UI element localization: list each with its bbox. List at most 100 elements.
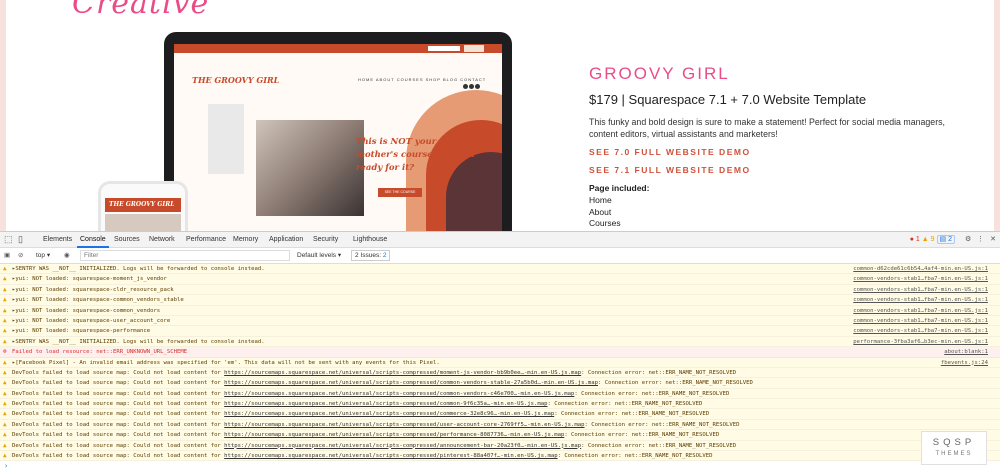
mock-cta-button: SEE THE COURSE [378,188,422,197]
console-message-tail: : Connection error: net::ERR_NAME_NOT_RE… [598,380,753,387]
console-message[interactable]: ▲ DevTools failed to load source map: Cou… [0,409,1000,420]
console-message[interactable]: ▲ DevTools failed to load source map: Cou… [0,378,1000,389]
demo-70-link[interactable]: SEE 7.0 FULL WEBSITE DEMO [589,147,751,157]
pages-included-heading: Page included: [589,183,650,193]
issues-count-badge[interactable]: ▤ 2 [936,235,955,244]
console-message[interactable]: ▲ ▸yui: NOT loaded: squarespace-common_ve… [0,295,1000,306]
warning-icon: ▲ [3,316,7,324]
warning-icon: ▲ [3,452,7,460]
tab-network[interactable]: Network [146,232,178,248]
console-message[interactable]: ▲ ▸yui: NOT loaded: squarespace-user_acco… [0,315,1000,327]
message-source-link[interactable]: fbevents.js:24 [940,357,988,367]
sourcemap-url-link[interactable]: https://sourcemaps.squarespace.net/unive… [224,370,581,376]
console-message-text: DevTools failed to load source map: Coul… [12,380,225,387]
console-message[interactable]: ▲ DevTools failed to load source map: Cou… [0,367,1000,379]
console-message-text: DevTools failed to load source map: Coul… [12,432,225,439]
warning-icon: ▲ [3,379,7,387]
sourcemap-url-link[interactable]: https://sourcemaps.squarespace.net/unive… [224,380,598,386]
console-message[interactable]: ▲ DevTools failed to load source map: Cou… [0,440,1000,452]
console-message[interactable]: ▲ DevTools failed to load source map: Cou… [0,388,1000,400]
console-message[interactable]: ▲ DevTools failed to load source map: Cou… [0,451,1000,462]
warning-icon: ▲ [3,285,7,293]
warning-icon: ▲ [3,275,7,283]
sourcemap-url-link[interactable]: https://sourcemaps.squarespace.net/unive… [224,422,584,428]
console-message-text: DevTools failed to load source map: Coul… [12,369,225,376]
message-source-link[interactable]: common-vendors-stab1…fba7-min.en-US.js:1 [853,274,988,284]
console-message[interactable]: ▲ ▸yui: NOT loaded: squarespace-performan… [0,326,1000,337]
hero-photo [256,120,364,216]
error-icon: ⊗ [3,348,7,356]
tab-application[interactable]: Application [266,232,306,248]
sourcemap-url-link[interactable]: https://sourcemaps.squarespace.net/unive… [224,411,554,417]
message-source-link[interactable]: performance-3fba3af6…b3ec-min.en-US.js:1 [853,336,988,347]
console-log-list: ▲ ▸SENTRY WAS __NOT__ INITIALIZED. Logs w… [0,264,1000,462]
console-filter-input[interactable] [80,250,290,261]
sourcemap-url-link[interactable]: https://sourcemaps.squarespace.net/unive… [224,443,581,449]
message-source-link[interactable]: common-d62cde61c6b54…4af4-min.en-US.js:1 [853,264,988,274]
console-prompt[interactable]: › [0,461,1000,471]
pages-included-list: Home About Courses [589,195,621,230]
tab-memory[interactable]: Memory [230,232,261,248]
close-devtools-icon[interactable]: ✕ [990,236,996,243]
message-source-link[interactable]: about:blank:1 [944,347,988,357]
tab-lighthouse[interactable]: Lighthouse [350,232,390,248]
live-expression-eye-icon[interactable]: ◉ [64,251,70,259]
inspect-element-icon[interactable]: ⬚ [4,235,13,244]
console-message[interactable]: ▲ DevTools failed to load source map: Cou… [0,399,1000,410]
console-message-text: ▸yui: NOT loaded: squarespace-cldr_resou… [12,286,174,293]
console-message[interactable]: ▲ ▸yui: NOT loaded: squarespace-moment_js… [0,274,1000,285]
console-message[interactable]: ▲ DevTools failed to load source map: Cou… [0,430,1000,441]
settings-gear-icon[interactable]: ⚙ [965,236,971,243]
mock-search-bar [428,46,460,51]
page-item: Courses [589,218,621,228]
console-message[interactable]: ▲ ▸yui: NOT loaded: squarespace-common_ve… [0,305,1000,316]
tab-security[interactable]: Security [310,232,341,248]
console-message-tail: : Connection error: net::ERR_NAME_NOT_RE… [581,442,737,449]
warning-count-badge[interactable]: ▲ 9 [922,236,935,243]
warning-icon: ▲ [3,265,7,272]
message-source-link[interactable]: common-vendors-stab1…fba7-min.en-US.js:1 [853,305,988,315]
sourcemap-url-link[interactable]: https://sourcemaps.squarespace.net/unive… [224,432,564,438]
device-toolbar-icon[interactable]: ▯ [18,235,27,244]
console-message[interactable]: ▲ ▸yui: NOT loaded: squarespace-cldr_reso… [0,284,1000,296]
tab-performance[interactable]: Performance [183,232,229,248]
tab-console[interactable]: Console [77,232,109,248]
devtools-status: ● 1 ▲ 9 ▤ 2 ⚙ ⋮ ✕ [910,235,996,244]
console-message[interactable]: ▲ ▸SENTRY WAS __NOT__ INITIALIZED. Logs w… [0,264,1000,275]
product-price: $179 | Squarespace 7.1 + 7.0 Website Tem… [589,92,867,107]
warning-icon: ▲ [3,420,7,428]
message-source-link[interactable]: common-vendors-stab1…fba7-min.en-US.js:1 [853,284,988,295]
console-message[interactable]: ⊗ Failed to load resource: net::ERR_UNKNO… [0,347,1000,358]
message-source-link[interactable]: common-vendors-stab1…fba7-min.en-US.js:1 [853,295,988,305]
console-message-text: Failed to load resource: net::ERR_UNKNOW… [12,349,188,356]
sourcemap-url-link[interactable]: https://sourcemaps.squarespace.net/unive… [224,453,557,459]
log-levels-dropdown[interactable]: Default levels ▾ [297,251,341,259]
sourcemap-url-link[interactable]: https://sourcemaps.squarespace.net/unive… [224,391,574,397]
error-count-badge[interactable]: ● 1 [910,236,920,243]
console-message-text: ▸yui: NOT loaded: squarespace-performanc… [12,328,151,335]
more-options-icon[interactable]: ⋮ [977,236,984,243]
sidebar-toggle-icon[interactable]: ▣ [4,251,10,259]
warning-icon: ▲ [3,389,7,397]
console-message-text: ▸SENTRY WAS __NOT__ INITIALIZED. Logs wi… [12,266,265,272]
sourcemap-url-link[interactable]: https://sourcemaps.squarespace.net/unive… [224,401,547,407]
message-source-link[interactable]: common-vendors-stab1…fba7-min.en-US.js:1 [853,326,988,336]
demo-71-link[interactable]: SEE 7.1 FULL WEBSITE DEMO [589,165,751,175]
message-source-link[interactable]: common-vendors-stab1…fba7-min.en-US.js:1 [853,315,988,326]
devtools-panel: ⬚ ▯ Elements Console Sources Network Per… [0,231,1000,476]
warning-icon: ▲ [3,296,7,304]
issues-button[interactable]: 2 Issues: 2 [351,250,391,261]
tab-sources[interactable]: Sources [111,232,143,248]
laptop-mockup: THE GROOVY GIRL HOME ABOUT COURSES SHOP … [164,32,512,231]
tab-elements[interactable]: Elements [40,232,75,248]
warning-icon: ▲ [3,368,7,376]
sqsp-themes-watermark: SQSP THEMES [921,431,987,465]
console-message[interactable]: ▲ ▸SENTRY WAS __NOT__ INITIALIZED. Logs w… [0,336,1000,348]
mock-hero-headline: This is NOT your mother's course. Are yo… [356,137,475,173]
console-message[interactable]: ▲ DevTools failed to load source map: Cou… [0,419,1000,431]
context-selector[interactable]: top ▾ [36,251,50,259]
clear-console-icon[interactable]: ⊘ [18,251,23,259]
page-item: Home [589,195,612,205]
console-message[interactable]: ▲ ▸[Facebook Pixel] - An invalid email ad… [0,357,1000,368]
console-message-text: ▸yui: NOT loaded: squarespace-user_accou… [12,317,171,324]
